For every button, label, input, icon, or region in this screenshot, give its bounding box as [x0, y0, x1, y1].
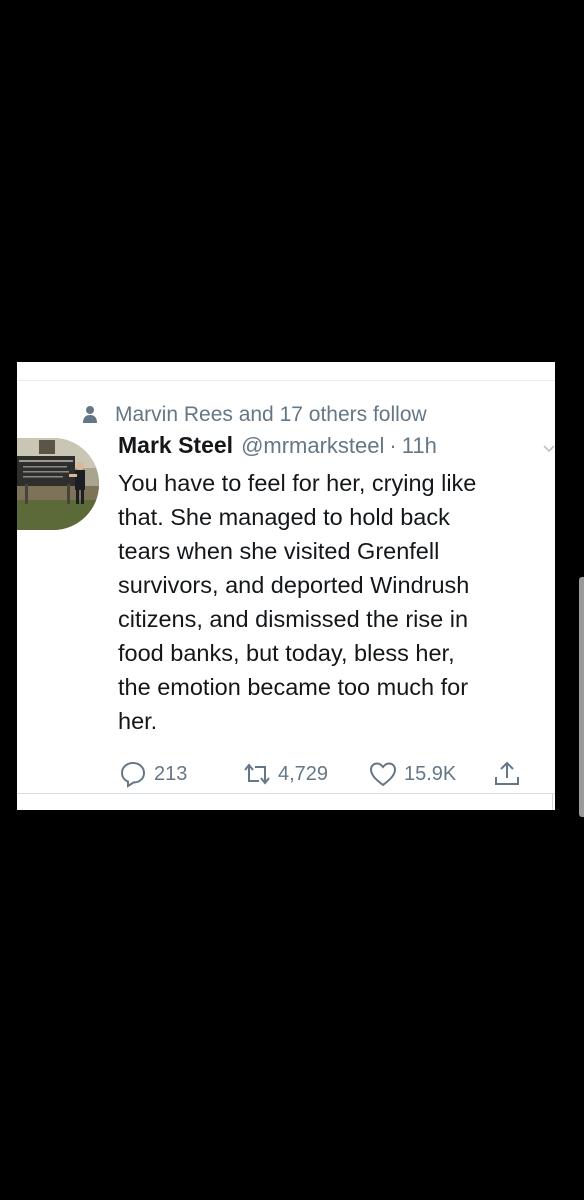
- retweet-button[interactable]: 4,729: [242, 759, 328, 789]
- share-button[interactable]: [492, 759, 522, 789]
- avatar[interactable]: [17, 438, 99, 530]
- social-context[interactable]: Marvin Rees and 17 others follow: [83, 401, 427, 429]
- retweet-icon: [242, 759, 272, 789]
- display-name[interactable]: Mark Steel: [118, 432, 233, 459]
- person-icon: [83, 405, 97, 425]
- bottom-divider: [17, 793, 555, 794]
- like-icon: [368, 759, 398, 789]
- scrollbar[interactable]: [579, 577, 584, 817]
- handle[interactable]: @mrmarksteel: [241, 433, 384, 459]
- like-button[interactable]: 15.9K: [368, 759, 456, 789]
- reply-icon: [118, 759, 148, 789]
- tweet-card[interactable]: Marvin Rees and 17 others follow Mark St…: [17, 362, 555, 810]
- tweet-text: You have to feel for her, crying like th…: [118, 470, 477, 734]
- retweet-count: 4,729: [278, 762, 329, 785]
- separator-dot: ·: [389, 433, 397, 458]
- reply-count: 213: [154, 762, 188, 785]
- reply-button[interactable]: 213: [118, 759, 187, 789]
- top-divider: [17, 380, 555, 381]
- like-count: 15.9K: [404, 762, 457, 785]
- chevron-down-icon[interactable]: [543, 442, 555, 454]
- social-context-text: Marvin Rees and 17 others follow: [115, 403, 427, 426]
- next-tweet-edge: [552, 794, 553, 810]
- timestamp[interactable]: 11h: [402, 433, 437, 459]
- tweet-header: Mark Steel @mrmarksteel · 11h: [118, 432, 437, 466]
- action-bar: 213 4,729 15.9K: [118, 759, 538, 789]
- share-icon: [492, 759, 522, 789]
